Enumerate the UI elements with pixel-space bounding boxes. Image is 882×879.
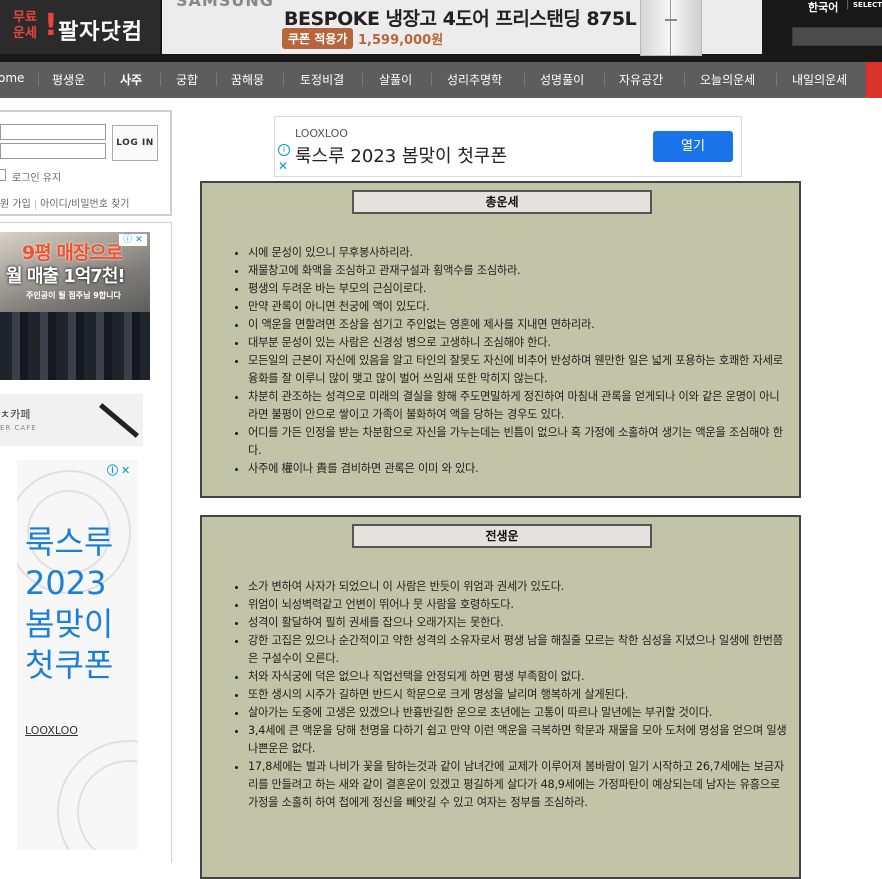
nav-item-compat[interactable]: 궁합 <box>176 71 198 88</box>
list-item: 어디를 가든 인정을 받는 차분함으로 자신을 가누는데는 빈틈이 없으나 혹 … <box>248 424 788 460</box>
list-item: 시에 문성이 있으니 무후봉사하리라. <box>248 244 788 262</box>
language-current[interactable]: 한국어 <box>808 0 838 15</box>
language-separator: | <box>846 0 850 10</box>
list-item: 살아가는 도중에 고생은 있겠으나 반흉반길한 운으로 초년에는 고통이 따르나… <box>248 704 788 722</box>
list-item: 평생의 두려운 바는 부모의 근심이로다. <box>248 280 788 298</box>
main-nav: ome 평생운 사주 궁합 꿈해몽 토정비결 살풀이 성리추명학 성명풀이 자유… <box>0 62 882 98</box>
login-button[interactable]: LOG IN <box>112 125 158 161</box>
site-logo[interactable]: 무료 운세 ! 팔자닷컴 <box>0 0 160 54</box>
nav-separator <box>38 73 39 86</box>
list-item: 이 액운을 면할려면 조상을 섬기고 주인없는 영혼에 제사를 지내면 면하리라… <box>248 316 788 334</box>
early-life-fortune-section: 전생운 소가 변하여 사자가 되었으니 이 사람은 반듯이 위엄과 권세가 있도… <box>200 515 801 879</box>
list-item: 성격이 활달하여 필히 권세를 잡으나 오래가지는 못한다. <box>248 614 788 632</box>
nav-item-tomorrow[interactable]: 내일의운세 <box>792 71 847 88</box>
ad1-line1: 9평 매장으로 <box>22 242 123 264</box>
pen-icon <box>99 403 139 438</box>
top-ad-open-button[interactable]: 열기 <box>653 131 733 162</box>
nav-separator <box>604 73 605 86</box>
fortune-list: 소가 변하여 사자가 되었으니 이 사람은 반듯이 위엄과 권세가 있도다. 위… <box>202 578 788 812</box>
nav-separator <box>160 73 161 86</box>
top-ad[interactable]: LOOXLOO 룩스루 2023 봄맞이 첫쿠폰 열기 i ✕ <box>274 116 742 177</box>
list-item: 강한 고집은 있으나 순간적이고 약한 성격의 소유자로서 평생 남을 해칠줄 … <box>248 632 788 668</box>
cafe-banner[interactable]: ㅊ카페 ER CAFE <box>0 394 143 446</box>
nav-item-salpuri[interactable]: 살풀이 <box>379 71 412 88</box>
nav-separator <box>104 73 105 86</box>
ad1-line3: 주인공이 될 점주님 9합니다 <box>26 291 121 300</box>
list-item: 대부분 문성이 있는 사람은 신경성 병으로 고생하니 조심해야 한다. <box>248 334 788 352</box>
crowd-image <box>0 312 150 380</box>
nav-separator <box>524 73 525 86</box>
list-item: 사주에 權이나 貴를 겸비하면 관록은 이미 와 있다. <box>248 460 788 478</box>
logo-name: 팔자닷컴 <box>58 20 143 45</box>
ad-info-icon[interactable]: ⓘ✕ <box>107 462 133 478</box>
site-header: 무료 운세 ! 팔자닷컴 SAMSUNG BESPOKE 냉장고 4도어 프리스… <box>0 0 882 62</box>
language-select[interactable]: SELECT <box>853 1 882 9</box>
list-item: 재물창고에 화액을 조심하고 관재구설과 횡액수를 조심하라. <box>248 262 788 280</box>
fridge-image <box>640 0 702 56</box>
total-fortune-section: 총운세 시에 문성이 있으니 무후봉사하리라. 재물창고에 화액을 조심하고 관… <box>200 181 801 498</box>
list-item: 위엄이 뇌성벽력같고 언변이 뛰어나 뭇 사람을 호령하도다. <box>248 596 788 614</box>
banner-title: BESPOKE 냉장고 4도어 프리스탠딩 875L <box>284 8 637 30</box>
logo-exclaim: ! <box>44 8 58 43</box>
fortune-list: 시에 문성이 있으니 무후봉사하리라. 재물창고에 화액을 조심하고 관재구설과… <box>202 244 788 478</box>
search-input[interactable] <box>792 27 882 46</box>
ad-choices-icon[interactable]: ⓘ ✕ <box>119 234 147 246</box>
nav-separator <box>283 73 284 86</box>
keep-login-checkbox[interactable] <box>0 169 6 181</box>
section-title: 총운세 <box>352 190 652 214</box>
banner-brand: SAMSUNG <box>176 0 274 10</box>
nav-item-lifetime[interactable]: 평생운 <box>52 71 85 88</box>
nav-item-name[interactable]: 성명풀이 <box>540 71 584 88</box>
list-item: 3,4세에 큰 액운을 당해 천명을 다하기 쉽고 만약 이런 액운을 극복하면… <box>248 722 788 758</box>
top-ad-headline: 룩스루 2023 봄맞이 첫쿠폰 <box>295 146 508 167</box>
looxloo-side-ad[interactable]: ⓘ✕ 룩스루 2023 봄맞이 첫쿠폰 LOOXLOO <box>17 460 138 850</box>
ad2-brand[interactable]: LOOXLOO <box>25 724 78 737</box>
signup-link[interactable]: 원 가입 <box>0 199 31 210</box>
login-box: LOG IN 로그인 유지 원 가입 | 아이디/비밀번호 찾기 <box>0 110 172 216</box>
franchise-ad[interactable]: 9평 매장으로 월 매출 1억7천! 주인공이 될 점주님 9합니다 ⓘ ✕ <box>0 232 150 380</box>
banner-coupon-badge: 쿠폰 적용가 <box>282 28 354 49</box>
nav-separator <box>431 73 432 86</box>
nav-item-saju[interactable]: 사주 <box>120 71 142 88</box>
password-field[interactable] <box>0 143 106 159</box>
find-account-link[interactable]: 아이디/비밀번호 찾기 <box>40 199 129 210</box>
nav-separator <box>216 73 217 86</box>
ad2-headline: 룩스루 2023 봄맞이 첫쿠폰 <box>25 523 114 684</box>
cafe-title: ㅊ카페 <box>0 408 31 421</box>
list-item: 17,8세에는 벌과 나비가 꽃을 탐하는것과 같이 남녀간에 교제가 이루어져… <box>248 758 788 812</box>
list-item: 소가 변하여 사자가 되었으니 이 사람은 반듯이 위엄과 권세가 있도다. <box>248 578 788 596</box>
banner-price: 1,599,000원 <box>358 33 444 48</box>
nav-item-home[interactable]: ome <box>0 71 24 85</box>
nav-item-dream[interactable]: 꿈해몽 <box>231 71 264 88</box>
nav-item-today[interactable]: 오늘의운세 <box>700 71 755 88</box>
nav-item-free[interactable]: 자유공간 <box>619 71 663 88</box>
login-links: 원 가입 | 아이디/비밀번호 찾기 <box>0 199 130 210</box>
ad1-line2: 월 매출 1억7천! <box>6 266 126 287</box>
ad-close-icon[interactable]: ✕ <box>278 159 288 173</box>
username-field[interactable] <box>0 124 106 140</box>
nav-separator <box>776 73 777 86</box>
list-item: 차분히 관조하는 성격으로 미래의 결실을 향해 주도면밀하게 정진하여 마침내… <box>248 388 788 424</box>
cafe-subtitle: ER CAFE <box>0 424 37 432</box>
keep-login-label: 로그인 유지 <box>12 173 62 184</box>
ad-info-icon[interactable]: i <box>278 144 290 156</box>
section-title: 전생운 <box>352 524 652 548</box>
nav-separator <box>684 73 685 86</box>
nav-item-seongri[interactable]: 성리추명학 <box>447 71 502 88</box>
nav-item-tojeong[interactable]: 토정비결 <box>300 71 344 88</box>
logo-free-label: 무료 운세 <box>13 10 37 41</box>
top-ad-brand: LOOXLOO <box>295 127 348 140</box>
nav-red-tab[interactable] <box>866 62 882 98</box>
list-item: 만약 관록이 아니면 천궁에 액이 있도다. <box>248 298 788 316</box>
list-item: 또한 생시의 시주가 길하면 반드시 학문으로 크게 명성을 날리며 행복하게 … <box>248 686 788 704</box>
list-item: 모든일의 근본이 자신에 있음을 알고 타인의 잘못도 자신에 비추어 반성하며… <box>248 352 788 388</box>
header-banner-ad[interactable]: SAMSUNG BESPOKE 냉장고 4도어 프리스탠딩 875L 쿠폰 적용… <box>162 0 762 56</box>
list-item: 처와 자식궁에 덕은 없으나 직업선택을 안정되게 하면 평생 부족함이 없다. <box>248 668 788 686</box>
nav-separator <box>362 73 363 86</box>
